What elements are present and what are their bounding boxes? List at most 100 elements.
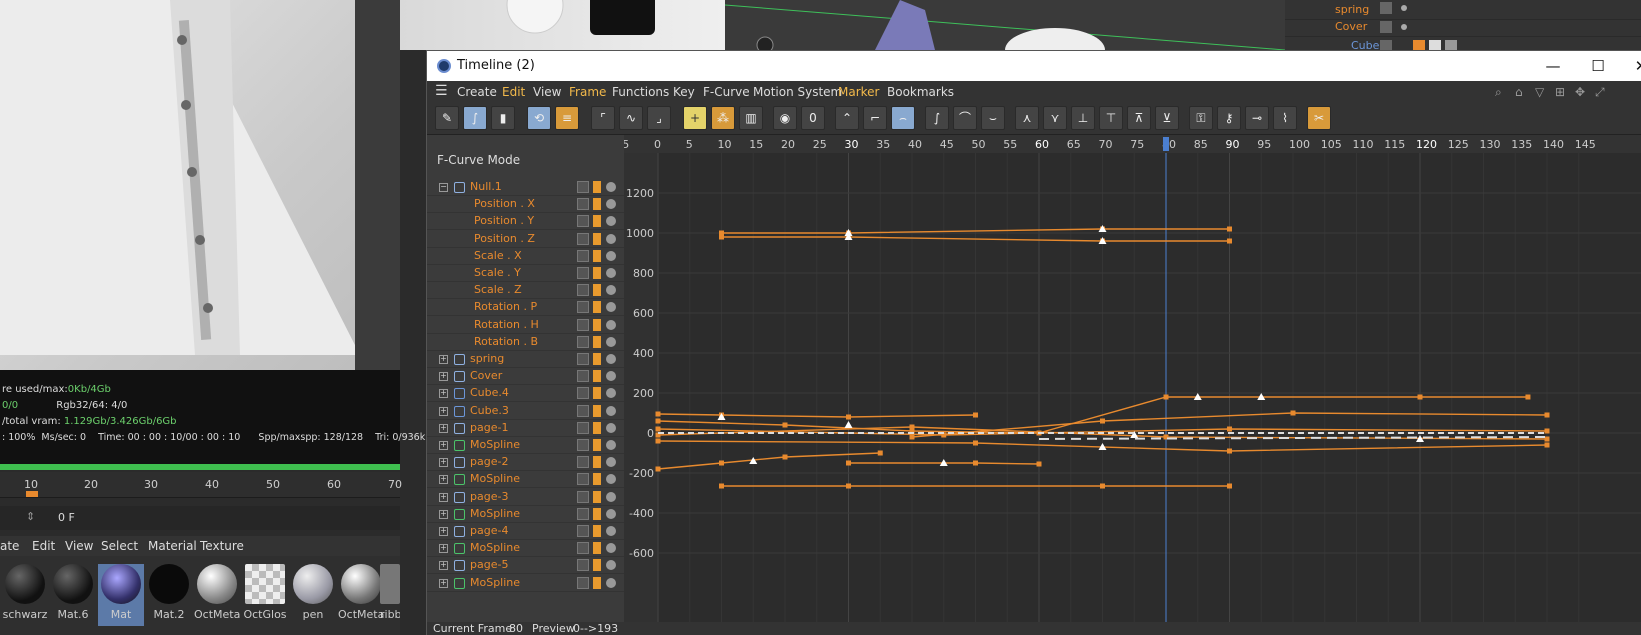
- viewport-3d[interactable]: [725, 0, 1285, 50]
- track-row[interactable]: Rotation . H: [427, 317, 624, 334]
- edit-track-icon[interactable]: [577, 353, 589, 365]
- solo-track-icon[interactable]: [606, 233, 616, 244]
- track-row[interactable]: Scale . X: [427, 248, 624, 265]
- track-row[interactable]: + MoSpline: [427, 437, 624, 454]
- stepper-icon[interactable]: ⇕: [26, 510, 35, 523]
- solo-track-icon[interactable]: [606, 336, 616, 347]
- expand-toggle-icon[interactable]: +: [439, 406, 448, 416]
- material-swatch-selected[interactable]: Mat: [98, 564, 144, 626]
- close-icon[interactable]: ✕: [1630, 55, 1641, 77]
- solo-track-icon[interactable]: [606, 543, 616, 554]
- edit-track-icon[interactable]: [577, 232, 589, 245]
- menu-functions[interactable]: Functions: [612, 85, 669, 99]
- edit-track-icon[interactable]: [577, 387, 589, 400]
- edit-track-icon[interactable]: [577, 284, 589, 297]
- move-icon[interactable]: ✥: [1575, 85, 1585, 99]
- edit-track-icon[interactable]: [577, 456, 589, 469]
- tangent-spline-icon[interactable]: ⌢: [891, 106, 915, 130]
- track-color-icon[interactable]: [593, 232, 601, 245]
- track-row[interactable]: + page-5: [427, 557, 624, 575]
- fcurve-graph[interactable]: 5051015202530354045505560657075808590951…: [624, 135, 1641, 622]
- track-color-icon[interactable]: [593, 490, 601, 503]
- expand-icon[interactable]: ⤢: [1595, 85, 1605, 100]
- tangent-auto-icon[interactable]: ⌃: [835, 106, 859, 130]
- menu-create[interactable]: ate: [0, 539, 19, 553]
- unify-tangents-icon[interactable]: ⋎: [1043, 106, 1067, 130]
- solo-track-icon[interactable]: [606, 216, 616, 227]
- solo-track-icon[interactable]: [606, 422, 616, 433]
- search-icon[interactable]: ⌕: [1495, 85, 1502, 100]
- menu-marker[interactable]: Marker: [838, 85, 879, 99]
- object-manager[interactable]: spring Cover Cube.5: [1285, 0, 1641, 56]
- track-color-icon[interactable]: [593, 335, 601, 348]
- track-row[interactable]: + page-3: [427, 489, 624, 506]
- solo-track-icon[interactable]: [606, 560, 616, 571]
- mute-key-icon[interactable]: ⌇: [1273, 106, 1297, 130]
- track-row[interactable]: + Cube.4: [427, 385, 624, 403]
- track-color-icon[interactable]: [593, 387, 601, 400]
- expand-toggle-icon[interactable]: +: [439, 372, 448, 382]
- zero-length-icon[interactable]: 0: [801, 106, 825, 130]
- menu-key[interactable]: Key: [673, 85, 695, 99]
- track-row[interactable]: Position . Y: [427, 213, 624, 231]
- frame-selected-icon[interactable]: ∿: [619, 106, 643, 130]
- expand-toggle-icon[interactable]: +: [439, 475, 448, 485]
- track-color-icon[interactable]: [593, 421, 601, 434]
- expand-toggle-icon[interactable]: +: [439, 492, 448, 502]
- lock-tangent-angle-icon[interactable]: ⊥: [1071, 106, 1095, 130]
- track-color-icon[interactable]: [593, 284, 601, 297]
- edit-track-icon[interactable]: [577, 215, 589, 228]
- ease-in-icon[interactable]: ⌒: [953, 106, 977, 130]
- edit-track-icon[interactable]: [577, 404, 589, 417]
- viewport-secondary[interactable]: [400, 0, 725, 50]
- expand-toggle-icon[interactable]: +: [439, 527, 448, 536]
- track-color-icon[interactable]: [593, 439, 601, 451]
- expand-toggle-icon[interactable]: −: [439, 183, 448, 192]
- material-swatch[interactable]: pen: [290, 564, 336, 626]
- material-swatch[interactable]: ribb: [380, 564, 400, 626]
- track-row[interactable]: Position . X: [427, 196, 624, 214]
- solo-track-icon[interactable]: [606, 457, 616, 468]
- lock-value-icon[interactable]: ⚷: [1217, 106, 1241, 130]
- playhead-icon[interactable]: [26, 491, 38, 497]
- frame-all-icon[interactable]: ⌜: [591, 106, 615, 130]
- track-row[interactable]: + page-2: [427, 454, 624, 472]
- track-color-icon[interactable]: [593, 267, 601, 279]
- edit-track-icon[interactable]: [577, 249, 589, 262]
- solo-track-icon[interactable]: [606, 182, 616, 192]
- track-color-icon[interactable]: [593, 542, 601, 555]
- edit-track-icon[interactable]: [577, 507, 589, 520]
- track-color-icon[interactable]: [593, 456, 601, 469]
- track-row[interactable]: Scale . Y: [427, 265, 624, 282]
- frame-range-icon[interactable]: ⌟: [647, 106, 671, 130]
- menu-fcurve[interactable]: F-Curve: [703, 85, 750, 99]
- solo-track-icon[interactable]: [606, 440, 616, 450]
- menu-view[interactable]: View: [533, 85, 561, 99]
- mini-timeline-ruler[interactable]: 10 20 30 40 50 60 70: [0, 472, 402, 498]
- track-color-icon[interactable]: [593, 198, 601, 211]
- material-swatch[interactable]: OctMeta: [194, 564, 240, 626]
- expand-toggle-icon[interactable]: +: [439, 458, 448, 468]
- edit-track-icon[interactable]: [577, 490, 589, 503]
- track-color-icon[interactable]: [593, 576, 601, 589]
- track-row[interactable]: + MoSpline: [427, 540, 624, 558]
- track-color-icon[interactable]: [593, 353, 601, 365]
- solo-track-icon[interactable]: [606, 199, 616, 210]
- snap-icon[interactable]: ✂: [1307, 106, 1331, 130]
- lock-tangent-length-icon[interactable]: ⊤: [1099, 106, 1123, 130]
- track-color-icon[interactable]: [593, 301, 601, 314]
- menu-edit[interactable]: Edit: [32, 539, 55, 553]
- home-icon[interactable]: ⌂: [1515, 85, 1523, 99]
- solo-track-icon[interactable]: [606, 319, 616, 330]
- minimize-icon[interactable]: —: [1542, 55, 1564, 77]
- solo-track-icon[interactable]: [606, 302, 616, 313]
- menu-create[interactable]: Create: [457, 85, 497, 99]
- fcurve-mode-icon[interactable]: ∫: [463, 106, 487, 130]
- key-ease-icon[interactable]: ◉: [773, 106, 797, 130]
- track-row[interactable]: + page-1: [427, 420, 624, 437]
- track-row[interactable]: Rotation . B: [427, 334, 624, 351]
- edit-track-icon[interactable]: [577, 301, 589, 314]
- material-swatch[interactable]: Mat.2: [146, 564, 192, 626]
- expand-toggle-icon[interactable]: +: [439, 423, 448, 433]
- edit-track-icon[interactable]: [577, 576, 589, 589]
